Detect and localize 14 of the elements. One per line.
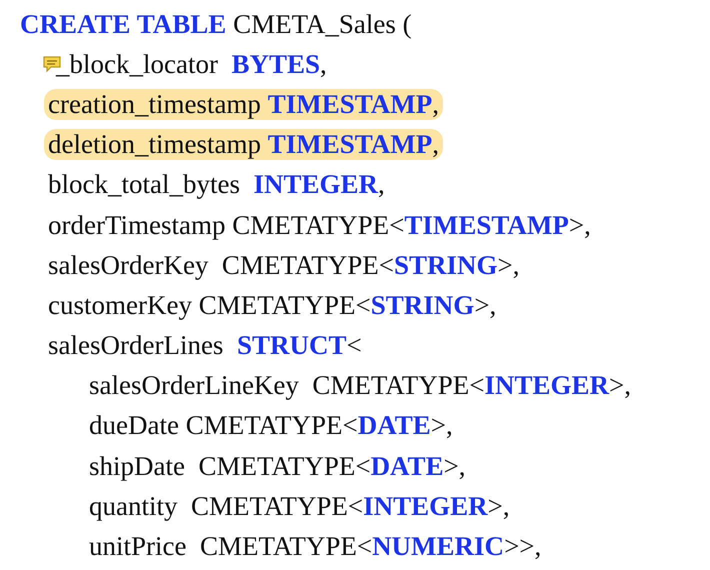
code-line: unitPrice CMETATYPE<NUMERIC>>, bbox=[89, 531, 542, 562]
code-line: salesOrderKey CMETATYPE<STRING>, bbox=[48, 250, 520, 281]
code-line: dueDate CMETATYPE<DATE>, bbox=[89, 410, 453, 442]
code-line: block_total_bytes INTEGER, bbox=[48, 169, 385, 200]
code-line: deletion_timestamp TIMESTAMP, bbox=[44, 129, 443, 160]
code-line: salesOrderLines STRUCT< bbox=[48, 330, 362, 362]
code-line: salesOrderLineKey CMETATYPE<INTEGER>, bbox=[89, 370, 632, 402]
code-line: customerKey CMETATYPE<STRING>, bbox=[48, 290, 496, 321]
code-line: quantity CMETATYPE<INTEGER>, bbox=[89, 490, 510, 522]
code-line: shipDate CMETATYPE<DATE>, bbox=[89, 450, 466, 482]
code-line: orderTimestamp CMETATYPE<TIMESTAMP>, bbox=[48, 210, 591, 241]
code-line: _block_locator BYTES, bbox=[56, 48, 327, 80]
code-line: creation_timestamp TIMESTAMP, bbox=[44, 88, 443, 120]
code-line: CREATE TABLE CMETA_Sales ( bbox=[20, 8, 412, 40]
